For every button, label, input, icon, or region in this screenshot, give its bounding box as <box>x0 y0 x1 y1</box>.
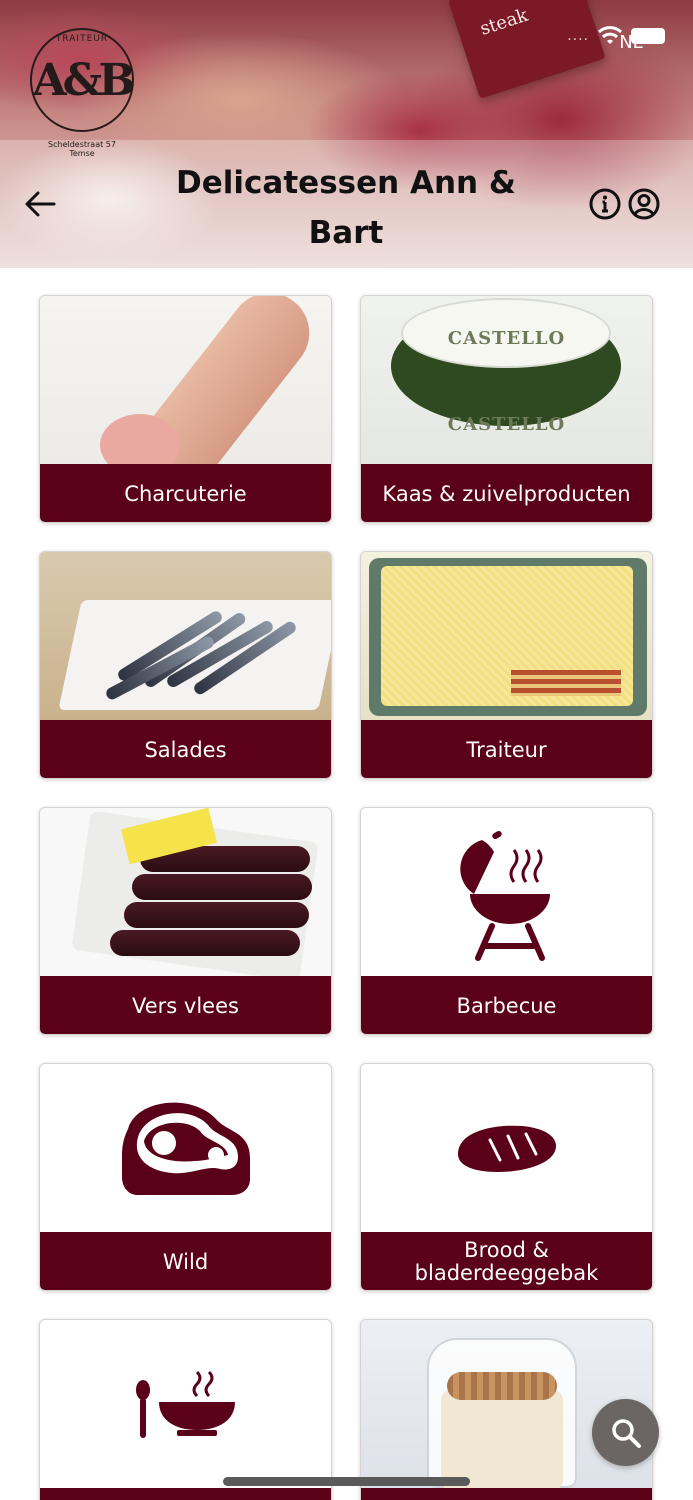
user-circle-icon <box>628 188 660 220</box>
photo-brand-text: CASTELLO <box>447 414 566 435</box>
info-circle-icon <box>589 188 621 220</box>
category-label <box>40 1488 331 1500</box>
soup-icon <box>135 1370 235 1438</box>
category-tile-traiteur[interactable]: Traiteur <box>360 551 653 779</box>
category-photo <box>40 808 331 976</box>
logo-top-text: TRAITEUR <box>55 34 109 44</box>
category-label: Traiteur <box>361 720 652 778</box>
category-photo <box>40 552 331 720</box>
category-tile-wild[interactable]: Wild <box>39 1063 332 1291</box>
category-media <box>40 1064 331 1232</box>
steak-sign: steak <box>448 0 606 99</box>
category-tile-charcuterie[interactable]: Charcuterie <box>39 295 332 523</box>
category-media <box>361 808 652 976</box>
category-photo <box>361 552 652 720</box>
status-bar: .... NL <box>567 26 665 53</box>
sign-text: steak <box>477 4 531 40</box>
category-photo <box>40 296 331 464</box>
category-label <box>361 1488 652 1500</box>
signal-indicator: .... <box>567 28 589 44</box>
home-indicator[interactable] <box>223 1477 470 1486</box>
category-label: Charcuterie <box>40 464 331 522</box>
category-photo: CASTELLO CASTELLO <box>361 296 652 464</box>
header-banner: steak TRAITEUR A&B Scheldestraat 57 Tems… <box>0 0 693 268</box>
category-tile-brood[interactable]: Brood & bladerdeeggebak <box>360 1063 653 1291</box>
bread-icon <box>457 1125 556 1172</box>
logo-caption-line: Temse <box>69 149 95 158</box>
photo-brand-text: CASTELLO <box>447 328 566 349</box>
category-label: Kaas & zuivelproducten <box>361 464 652 522</box>
category-tile-soep[interactable] <box>39 1319 332 1500</box>
category-tile-vers-vlees[interactable]: Vers vlees <box>39 807 332 1035</box>
category-label: Brood & bladerdeeggebak <box>361 1232 652 1290</box>
logo-caption: Scheldestraat 57 Temse <box>34 140 130 158</box>
barbecue-icon <box>459 831 550 961</box>
logo-mark: A&B <box>32 54 135 106</box>
language-label: NL <box>619 32 643 53</box>
meat-icon <box>121 1102 250 1195</box>
category-tile-salades[interactable]: Salades <box>39 551 332 779</box>
logo-caption-line: Scheldestraat 57 <box>48 140 116 149</box>
category-tile-barbecue[interactable]: Barbecue <box>360 807 653 1035</box>
page-title: Delicatessen Ann & Bart <box>176 165 516 251</box>
category-media <box>361 1064 652 1232</box>
category-tile-kaas[interactable]: CASTELLO CASTELLO Kaas & zuivelproducten <box>360 295 653 523</box>
store-logo: TRAITEUR A&B <box>30 28 136 132</box>
category-label: Wild <box>40 1232 331 1290</box>
back-button[interactable] <box>22 186 58 222</box>
category-label: Vers vlees <box>40 976 331 1034</box>
arrow-left-icon <box>25 191 56 217</box>
category-label: Salades <box>40 720 331 778</box>
account-button[interactable] <box>628 188 660 220</box>
category-label: Barbecue <box>361 976 652 1034</box>
search-button[interactable] <box>592 1399 659 1466</box>
search-icon <box>611 1418 641 1448</box>
category-media <box>40 1320 331 1488</box>
info-button[interactable] <box>589 188 621 220</box>
